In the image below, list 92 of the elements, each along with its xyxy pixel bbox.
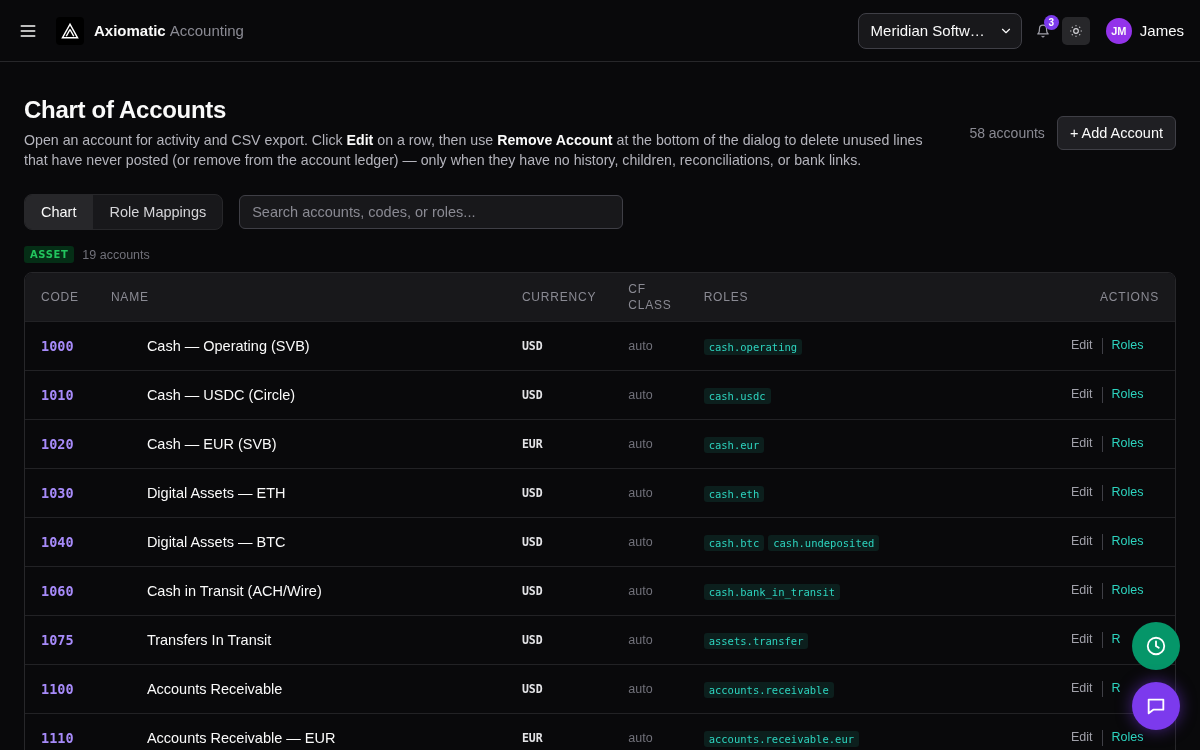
roles-link[interactable]: R: [1111, 680, 1121, 695]
account-count: 58 accounts: [969, 125, 1045, 141]
role-tag: cash.undeposited: [768, 534, 880, 551]
edit-link[interactable]: Edit: [1071, 337, 1093, 352]
roles-link[interactable]: Roles: [1111, 533, 1144, 548]
account-name: Accounts Receivable: [94, 664, 506, 713]
account-code[interactable]: 1040: [25, 517, 95, 566]
account-name: Cash — USDC (Circle): [94, 370, 506, 419]
cf-class-cell: auto: [612, 713, 688, 750]
edit-link[interactable]: Edit: [1071, 386, 1093, 401]
logo-icon: [56, 16, 84, 45]
roles-link[interactable]: Roles: [1111, 582, 1144, 597]
role-tag: cash.bank_in_transit: [703, 583, 841, 600]
theme-toggle[interactable]: [1061, 16, 1090, 45]
account-name: Cash — EUR (SVB): [94, 419, 506, 468]
notification-badge: 3: [1043, 14, 1059, 30]
account-name: Transfers In Transit: [94, 615, 506, 664]
cf-class-cell: auto: [612, 419, 688, 468]
page-description: Open an account for activity and CSV export. Click Edit on a row, then use Remove Account at the bottom of the dialog to delete unused lines that have never posted (or remove from the account ledger) — only when they have no history, children, reconciliations, or bank links.: [24, 131, 924, 170]
role-tag: accounts.receivable.eur: [703, 730, 860, 747]
cf-class-cell: auto: [612, 468, 688, 517]
column-header: ROLES: [687, 273, 999, 321]
account-name: Cash in Transit (ACH/Wire): [94, 566, 506, 615]
edit-link[interactable]: Edit: [1071, 533, 1093, 548]
edit-link[interactable]: Edit: [1071, 631, 1093, 646]
add-account-button[interactable]: + Add Account: [1056, 116, 1176, 150]
roles-link[interactable]: Roles: [1111, 386, 1144, 401]
edit-link[interactable]: Edit: [1071, 582, 1093, 597]
cf-class-cell: auto: [612, 370, 688, 419]
account-code[interactable]: 1075: [25, 615, 95, 664]
chat-button[interactable]: [1132, 682, 1180, 730]
bell-icon[interactable]: [1035, 23, 1050, 38]
account-name: Cash — Operating (SVB): [94, 321, 506, 370]
currency-cell: EUR: [505, 713, 613, 750]
account-name: Digital Assets — ETH: [94, 468, 506, 517]
column-header: ACTIONS: [998, 273, 1175, 321]
roles-link[interactable]: Roles: [1111, 729, 1144, 744]
roles-link[interactable]: Roles: [1111, 484, 1144, 499]
clock-icon: [1145, 635, 1167, 657]
page-title: Chart of Accounts: [24, 96, 228, 124]
account-code[interactable]: 1000: [25, 321, 95, 370]
account-name: Accounts Receivable — EUR: [94, 713, 506, 750]
role-tag: cash.usdc: [703, 387, 771, 404]
edit-link[interactable]: Edit: [1071, 484, 1093, 499]
user-name: James: [1139, 22, 1184, 39]
user-avatar[interactable]: JM: [1105, 17, 1132, 44]
cf-class-cell: auto: [612, 664, 688, 713]
currency-cell: USD: [505, 468, 613, 517]
cf-class-cell: auto: [612, 615, 688, 664]
account-code[interactable]: 1030: [25, 468, 95, 517]
currency-cell: USD: [505, 664, 613, 713]
currency-cell: USD: [505, 370, 613, 419]
account-code[interactable]: 1020: [25, 419, 95, 468]
role-tag: cash.btc: [703, 534, 765, 551]
edit-link[interactable]: Edit: [1071, 680, 1093, 695]
column-header: CF CLASS: [612, 273, 688, 321]
role-tag: assets.transfer: [703, 632, 809, 649]
brand-name: Axiomatic: [94, 22, 166, 39]
cf-class-cell: auto: [612, 566, 688, 615]
column-header: CURRENCY: [505, 273, 613, 321]
account-code[interactable]: 1100: [25, 664, 95, 713]
cf-class-cell: auto: [612, 321, 688, 370]
search-field[interactable]: Search accounts, codes, or roles...: [239, 195, 624, 229]
group-count: 19 accounts: [82, 247, 150, 262]
currency-cell: USD: [505, 517, 613, 566]
currency-cell: EUR: [505, 419, 613, 468]
role-tag: cash.operating: [703, 338, 803, 355]
account-code[interactable]: 1010: [25, 370, 95, 419]
tab[interactable]: Role Mappings: [92, 195, 223, 229]
role-tag: accounts.receivable: [703, 681, 834, 698]
role-tag: cash.eur: [703, 436, 765, 453]
edit-link[interactable]: Edit: [1071, 729, 1093, 744]
column-header: NAME: [94, 273, 506, 321]
account-code[interactable]: 1110: [25, 713, 95, 750]
edit-link[interactable]: Edit: [1071, 435, 1093, 450]
account-code[interactable]: 1060: [25, 566, 95, 615]
history-button[interactable]: [1132, 622, 1180, 670]
roles-link[interactable]: Roles: [1111, 435, 1144, 450]
tab[interactable]: Chart: [25, 195, 93, 229]
account-name: Digital Assets — BTC: [94, 517, 506, 566]
roles-link[interactable]: Roles: [1111, 337, 1144, 352]
cf-class-cell: auto: [612, 517, 688, 566]
sun-icon: [1068, 23, 1083, 38]
organization-select[interactable]: Meridian Softw…: [857, 12, 1022, 49]
currency-cell: USD: [505, 615, 613, 664]
currency-cell: USD: [505, 566, 613, 615]
brand-suffix: Accounting: [169, 22, 244, 39]
type-tag: ASSET: [24, 246, 75, 263]
currency-cell: USD: [505, 321, 613, 370]
roles-link[interactable]: R: [1111, 631, 1121, 646]
column-header: CODE: [25, 273, 95, 321]
role-tag: cash.eth: [703, 485, 765, 502]
